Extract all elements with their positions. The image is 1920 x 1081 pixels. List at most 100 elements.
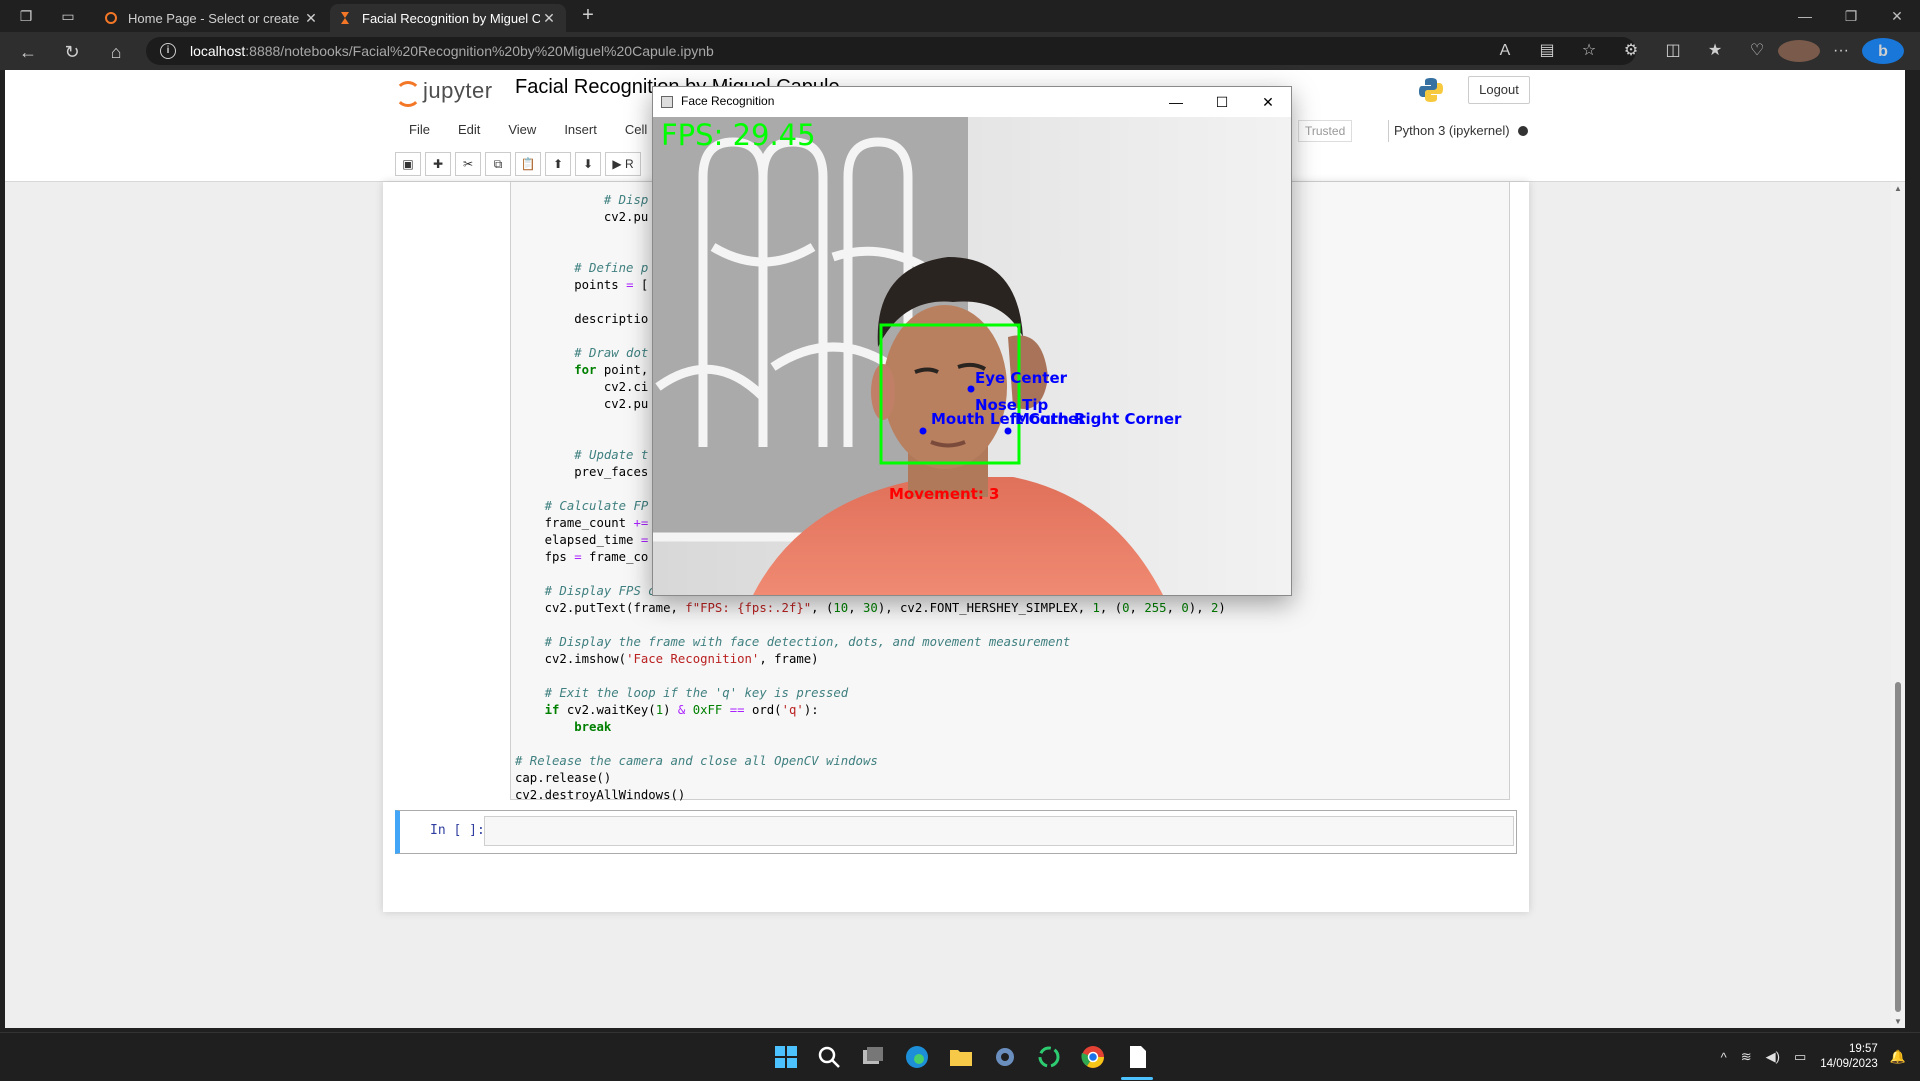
browser-essentials-icon[interactable]: ♡ [1736, 37, 1778, 65]
more-menu-icon[interactable]: ··· [1820, 37, 1862, 65]
battery-icon[interactable]: ▭ [1794, 1049, 1806, 1065]
clock[interactable]: 19:57 14/09/2023 [1820, 1042, 1878, 1072]
edge-icon[interactable] [901, 1041, 933, 1073]
chrome-icon[interactable] [1077, 1041, 1109, 1073]
window-icon [661, 96, 673, 108]
close-icon[interactable]: ✕ [1245, 87, 1291, 117]
code-token: cv2.pu [603, 397, 649, 411]
tab-title: Home Page - Select or create a n [128, 10, 302, 26]
tab-home-page[interactable]: Home Page - Select or create a n ✕ [96, 4, 328, 32]
code-line: cv2.destroyAllWindows() [515, 787, 1226, 804]
fps-overlay: FPS: 29.45 [661, 118, 816, 152]
insert-cell-button[interactable]: ✚ [425, 152, 451, 176]
cv-window-titlebar[interactable]: Face Recognition — ☐ ✕ [653, 87, 1291, 117]
browser-toolbar-actions: A ▤ ☆ ⚙ ◫ ★ ♡ ··· b [1484, 37, 1904, 65]
new-tab-button[interactable]: + [576, 4, 600, 28]
code-token: break [574, 720, 612, 734]
code-token: ), cv2.FONT_HERSHEY_SIMPLEX, [877, 601, 1093, 615]
code-line: if cv2.waitKey(1) & 0xFF == ord('q'): [515, 702, 1226, 719]
menu-insert[interactable]: Insert [550, 116, 611, 144]
code-token: points [574, 278, 627, 292]
refresh-icon[interactable]: ↻ [60, 40, 84, 64]
close-tab-icon[interactable]: ✕ [540, 10, 558, 27]
face-recognition-window[interactable]: Face Recognition — ☐ ✕ Eye Center Nose T… [652, 86, 1292, 596]
move-down-button[interactable]: ⬇ [575, 152, 601, 176]
close-icon[interactable]: ✕ [1874, 0, 1920, 32]
code-token: ) [663, 703, 678, 717]
menu-view[interactable]: View [494, 116, 550, 144]
label-mouth-right: Mouth Right Corner [1015, 410, 1182, 428]
search-icon[interactable] [813, 1041, 845, 1073]
code-token: # Draw dot [574, 346, 649, 360]
logout-button[interactable]: Logout [1468, 76, 1530, 104]
url-input[interactable]: i localhost:8888/notebooks/Facial%20Reco… [146, 37, 1636, 65]
scroll-up-icon[interactable]: ▲ [1893, 184, 1903, 193]
immersive-reader-icon[interactable]: ▤ [1526, 37, 1568, 65]
extensions-icon[interactable]: ⚙ [1610, 37, 1652, 65]
system-tray: ^ ≋ ◀) ▭ 19:57 14/09/2023 🔔 [1721, 1033, 1920, 1081]
minimize-icon[interactable]: — [1782, 0, 1828, 32]
file-explorer-icon[interactable] [945, 1041, 977, 1073]
workspaces-icon[interactable]: ❐ [16, 6, 36, 26]
menu-file[interactable]: File [395, 116, 444, 144]
page-scrollbar[interactable]: ▲ ▼ [1891, 182, 1905, 1028]
paste-button[interactable]: 📋 [515, 152, 541, 176]
kernel-status-icon [1517, 126, 1528, 136]
volume-icon[interactable]: ◀) [1766, 1049, 1780, 1065]
code-token: = [574, 550, 582, 564]
run-button[interactable]: ▶ R [605, 152, 641, 176]
cv-window-controls: — ☐ ✕ [1153, 87, 1291, 117]
code-token: for [574, 363, 597, 377]
vertical-tabs-icon[interactable]: ▭ [58, 6, 78, 26]
favorite-star-icon[interactable]: ☆ [1568, 37, 1610, 65]
code-token: prev_faces [574, 465, 649, 479]
profile-avatar[interactable] [1778, 37, 1820, 65]
code-token: , frame) [759, 652, 819, 666]
maximize-icon[interactable]: ☐ [1199, 87, 1245, 117]
read-aloud-icon[interactable]: A [1484, 37, 1526, 65]
wifi-icon[interactable]: ≋ [1741, 1049, 1752, 1065]
restore-icon[interactable]: ❐ [1828, 0, 1874, 32]
code-token: 'q' [781, 703, 804, 717]
code-token: # Update t [574, 448, 649, 462]
jupyter-logo-icon [395, 78, 421, 107]
split-screen-icon[interactable]: ◫ [1652, 37, 1694, 65]
notebook-toolbar: ▣ ✚ ✂ ⧉ 📋 ⬆ ⬇ ▶ R [395, 152, 645, 176]
menu-edit[interactable]: Edit [444, 116, 494, 144]
scroll-down-icon[interactable]: ▼ [1893, 1017, 1903, 1026]
back-icon[interactable]: ← [16, 40, 40, 64]
start-icon[interactable] [770, 1041, 802, 1073]
save-button[interactable]: ▣ [395, 152, 421, 176]
tab-notebook[interactable]: Facial Recognition by Miguel Cap ✕ [330, 4, 566, 32]
copilot-icon[interactable]: b [1862, 37, 1904, 65]
empty-cell[interactable]: In [ ]: [395, 810, 1517, 854]
show-hidden-icons-icon[interactable]: ^ [1721, 1050, 1727, 1065]
favorites-icon[interactable]: ★ [1694, 37, 1736, 65]
close-tab-icon[interactable]: ✕ [302, 10, 320, 27]
code-line: break [515, 719, 1226, 736]
notifications-icon[interactable]: 🔔 [1890, 1049, 1906, 1065]
site-info-icon[interactable]: i [160, 43, 176, 59]
code-token: += [633, 516, 649, 530]
label-movement: Movement: 3 [889, 485, 1000, 503]
settings-icon[interactable] [989, 1041, 1021, 1073]
scrollbar-thumb[interactable] [1895, 682, 1901, 1012]
cut-button[interactable]: ✂ [455, 152, 481, 176]
clock-time: 19:57 [1849, 1043, 1878, 1055]
minimize-icon[interactable]: — [1153, 87, 1199, 117]
code-token: , [1166, 601, 1182, 615]
landmark-eye-center [967, 385, 975, 393]
move-up-button[interactable]: ⬆ [545, 152, 571, 176]
code-token: cap.release() [515, 771, 612, 785]
notepad-icon[interactable] [1121, 1041, 1153, 1073]
task-view-icon[interactable] [857, 1041, 889, 1073]
cell-input[interactable] [484, 816, 1514, 846]
copy-button[interactable]: ⧉ [485, 152, 511, 176]
home-icon[interactable]: ⌂ [104, 40, 128, 64]
code-token: ): [803, 703, 819, 717]
jupyter-logo[interactable]: jupyter [395, 78, 493, 107]
menu-bar: File Edit View Insert Cell [395, 116, 661, 144]
trusted-indicator[interactable]: Trusted [1298, 120, 1353, 142]
jupyter-icon[interactable] [1033, 1041, 1065, 1073]
